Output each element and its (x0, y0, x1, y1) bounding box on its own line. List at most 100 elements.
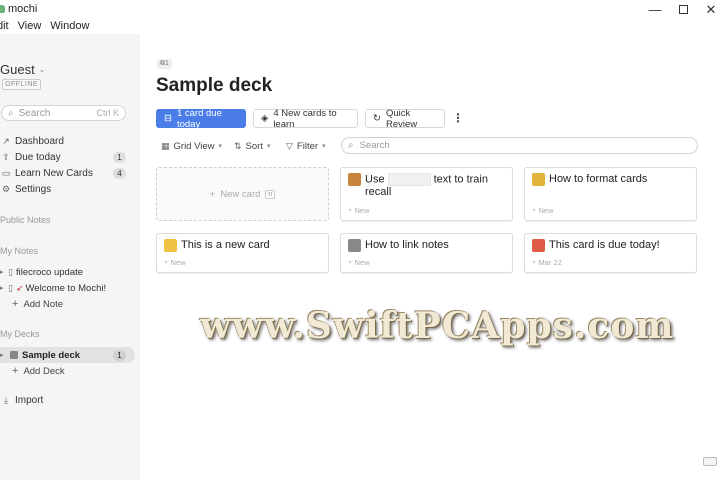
card-title-text: Use (365, 173, 385, 186)
chevron-down-icon: ⌄ (38, 65, 46, 74)
search-shortcut: Ctrl K (96, 108, 120, 118)
card-title-text: This is a new card (181, 239, 270, 251)
close-button[interactable]: ✕ (694, 0, 720, 19)
count-badge: 4 (113, 168, 126, 179)
search-placeholder: Search (18, 107, 51, 119)
sidebar-item-label: Learn New Cards (15, 168, 93, 179)
grid-view-dropdown[interactable]: ▦ Grid View ▾ (161, 139, 222, 153)
card-meta: ▪ Mar 22 (533, 258, 562, 267)
card-status: New (170, 258, 186, 267)
sidebar-search-input[interactable]: ⌕ Search Ctrl K (1, 105, 126, 121)
sidebar-item-dashboard[interactable]: ↗ Dashboard (0, 134, 130, 149)
search-icon: ⌕ (348, 140, 354, 151)
cloze-blank (387, 173, 431, 186)
import-button[interactable]: ⤓ Import (0, 393, 130, 408)
search-placeholder: Search (359, 140, 390, 151)
add-deck-button[interactable]: + Add Deck (12, 364, 65, 378)
card-search-input[interactable]: ⌕ Search (341, 137, 698, 154)
learn-new-label: 4 New cards to learn (273, 107, 337, 130)
refresh-icon: ↻ (373, 113, 381, 124)
search-icon: ⌕ (8, 107, 14, 119)
plus-icon: + (209, 188, 216, 200)
upload-icon: ⇪ (2, 152, 10, 162)
document-icon: ▯ (8, 266, 13, 277)
menu-bar: dit View Window (0, 18, 93, 34)
construction-emoji-icon (532, 173, 545, 186)
sidebar-item-label: Settings (15, 184, 52, 195)
sidebar-deck-sample-deck[interactable]: ▸ Sample deck 1 (0, 347, 135, 363)
deck-dot-icon: ▪ (349, 207, 352, 214)
card[interactable]: How to link notes ▪ New (340, 233, 513, 273)
chevron-down-icon: ▾ (266, 143, 271, 150)
count-badge: 1 (113, 152, 126, 163)
card-meta: ▪ New (165, 258, 186, 267)
keyboard-shortcuts-icon[interactable] (703, 457, 717, 466)
link-emoji-icon (348, 239, 361, 252)
user-menu[interactable]: Guest ⌄ (0, 62, 45, 77)
card[interactable]: How to format cards ▪ New (524, 167, 697, 221)
download-icon: ⤓ (4, 395, 8, 405)
section-public-notes: Public Notes (0, 215, 51, 225)
note-item[interactable]: ▸ ▯ ➶ Welcome to Mochi! (0, 281, 106, 295)
alarm-clock-emoji-icon (532, 239, 545, 252)
sort-dropdown[interactable]: ⇅ Sort ▾ (234, 139, 271, 153)
menu-window[interactable]: Window (50, 18, 93, 34)
menu-edit[interactable]: dit (0, 18, 13, 34)
import-label: Import (15, 395, 44, 406)
status-badge: OFFLINE (2, 79, 42, 90)
section-my-decks: My Decks (0, 329, 40, 339)
monkey-emoji-icon (348, 173, 361, 186)
hand-emoji-icon (164, 239, 177, 252)
add-note-button[interactable]: + Add Note (12, 297, 63, 311)
maximize-icon (678, 5, 688, 14)
menu-view[interactable]: View (18, 18, 46, 34)
new-card-button[interactable]: + New card n (156, 167, 329, 221)
page-title: Sample deck (156, 75, 273, 96)
note-label: filecroco update (15, 266, 84, 278)
more-options-button[interactable]: ⋮ (452, 111, 464, 127)
filter-label: Filter (296, 140, 319, 152)
gear-icon: ⚙ (1, 184, 11, 194)
card-title: This card is due today! (532, 239, 689, 252)
app-title: mochi (8, 3, 38, 15)
sidebar-item-learn-new-cards[interactable]: ▭ Learn New Cards 4 (0, 166, 130, 181)
plus-icon: + (12, 365, 19, 377)
layers-icon: ◈ (261, 113, 269, 124)
calendar-icon: ▪ (533, 259, 536, 266)
sidebar (0, 34, 140, 480)
caret-right-icon[interactable]: ▸ (0, 284, 8, 292)
card-title-text: How to format cards (549, 173, 648, 185)
watermark: www.SwiftPCApps.com (200, 305, 675, 347)
card-title-text: How to link notes (365, 239, 449, 251)
due-today-label: 1 card due today (176, 107, 222, 130)
card[interactable]: Use text to train recall ▪ New (340, 167, 513, 221)
sidebar-item-settings[interactable]: ⚙ Settings (0, 182, 130, 197)
sidebar-item-due-today[interactable]: ⇪ Due today 1 (0, 150, 130, 165)
filter-dropdown[interactable]: ▽ Filter ▾ (286, 139, 326, 153)
card-title-text: This card is due today! (549, 239, 660, 251)
add-deck-label: Add Deck (23, 365, 65, 377)
user-name: Guest (0, 62, 35, 77)
learn-new-button[interactable]: ◈ 4 New cards to learn (253, 107, 358, 130)
title-bar: mochi — ✕ (0, 0, 720, 19)
caret-right-icon[interactable]: ▸ (0, 351, 8, 359)
card[interactable]: This card is due today! ▪ Mar 22 (524, 233, 697, 273)
quick-review-button[interactable]: ↻ Quick Review (365, 107, 445, 130)
note-item[interactable]: ▸ ▯ filecroco update (0, 265, 83, 279)
deck-dot-icon: ▪ (165, 259, 168, 266)
card-title: How to format cards (532, 173, 689, 186)
card-status: New (354, 258, 370, 267)
card[interactable]: This is a new card ▪ New (156, 233, 329, 273)
quick-review-label: Quick Review (385, 107, 418, 130)
deck-icon (10, 351, 18, 359)
card-title: This is a new card (164, 239, 321, 252)
app-logo-icon (0, 5, 5, 13)
note-label: Welcome to Mochi! (25, 282, 107, 294)
sort-icon: ⇅ (234, 140, 242, 151)
grid-view-label: Grid View (173, 140, 215, 152)
due-today-button[interactable]: ⊟ 1 card due today (156, 107, 246, 130)
count-badge: 1 (113, 349, 126, 361)
section-my-notes: My Notes (0, 246, 39, 256)
caret-right-icon[interactable]: ▸ (0, 268, 8, 276)
new-card-shortcut: n (265, 189, 276, 199)
